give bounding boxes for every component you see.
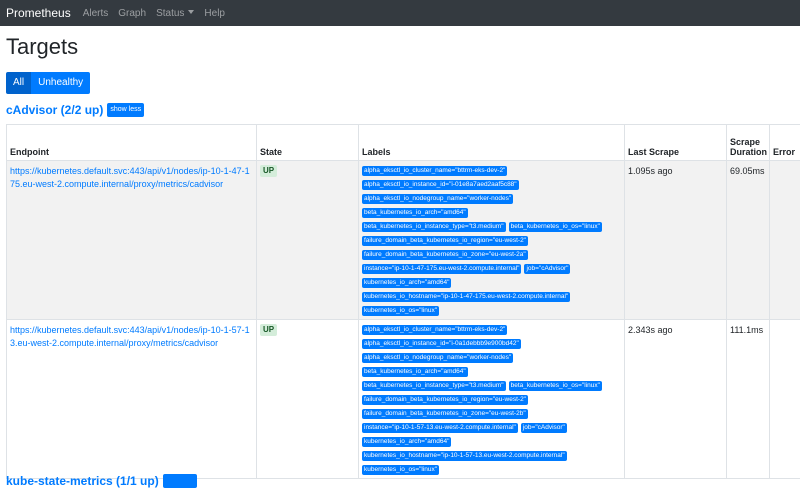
label-badge: beta_kubernetes_io_instance_type="t3.med… [362, 381, 506, 391]
column-header-last-scrape: Last Scrape [625, 125, 727, 161]
label-badge: failure_domain_beta_kubernetes_io_zone="… [362, 250, 528, 260]
chevron-down-icon [188, 10, 194, 14]
filter-unhealthy-button[interactable]: Unhealthy [31, 72, 90, 94]
page-title: Targets [6, 34, 78, 60]
label-badge: beta_kubernetes_io_arch="amd64" [362, 367, 468, 377]
last-scrape-value: 1.095s ago [628, 166, 673, 176]
labels-cell: alpha_eksctl_io_cluster_name="bttrm-eks-… [359, 320, 625, 479]
label-badge: kubernetes_io_os="linux" [362, 465, 439, 475]
label-badge: beta_kubernetes_io_instance_type="t3.med… [362, 222, 506, 232]
filter-all-button[interactable]: All [6, 72, 31, 94]
show-less-button[interactable] [163, 474, 197, 488]
nav-help[interactable]: Help [204, 8, 225, 19]
nav-status-label: Status [156, 8, 184, 19]
nav-alerts[interactable]: Alerts [83, 8, 109, 19]
label-badge: failure_domain_beta_kubernetes_io_zone="… [362, 409, 528, 419]
duration-cell: 111.1ms [727, 320, 770, 479]
label-badge: failure_domain_beta_kubernetes_io_region… [362, 236, 528, 246]
last-scrape-value: 2.343s ago [628, 325, 673, 335]
label-badge: job="cAdvisor" [521, 423, 567, 433]
filter-button-group: All Unhealthy [6, 72, 90, 94]
scrape-duration-value: 69.05ms [730, 166, 765, 176]
label-badge: alpha_eksctl_io_nodegroup_name="worker-n… [362, 194, 513, 204]
duration-cell: 69.05ms [727, 161, 770, 320]
error-cell [770, 161, 800, 320]
label-badge: failure_domain_beta_kubernetes_io_region… [362, 395, 528, 405]
label-badge: kubernetes_io_hostname="ip-10-1-47-175.e… [362, 292, 570, 302]
label-badge: alpha_eksctl_io_nodegroup_name="worker-n… [362, 353, 513, 363]
endpoint-link[interactable]: https://kubernetes.default.svc:443/api/v… [10, 166, 250, 189]
column-header-labels: Labels [359, 125, 625, 161]
column-header-state: State [257, 125, 359, 161]
top-navbar: Prometheus Alerts Graph Status Help [0, 0, 800, 26]
endpoint-link[interactable]: https://kubernetes.default.svc:443/api/v… [10, 325, 250, 348]
error-cell [770, 320, 800, 479]
section-header-cadvisor: cAdvisor (2/2 up) show less [6, 103, 144, 117]
section-header-next: kube-state-metrics (1/1 up) [6, 474, 197, 488]
status-badge: UP [260, 165, 277, 177]
labels-cell: alpha_eksctl_io_cluster_name="bttrm-eks-… [359, 161, 625, 320]
targets-table: Endpoint State Labels Last Scrape Scrape… [6, 124, 800, 479]
column-header-scrape-duration: Scrape Duration [727, 125, 770, 161]
label-badge: alpha_eksctl_io_cluster_name="bttrm-eks-… [362, 325, 507, 335]
column-header-endpoint: Endpoint [7, 125, 257, 161]
state-cell: UP [257, 161, 359, 320]
last-scrape-cell: 1.095s ago [625, 161, 727, 320]
label-badge: beta_kubernetes_io_os="linux" [509, 381, 602, 391]
label-badge: kubernetes_io_hostname="ip-10-1-57-13.eu… [362, 451, 567, 461]
endpoint-cell: https://kubernetes.default.svc:443/api/v… [7, 161, 257, 320]
table-header-row: Endpoint State Labels Last Scrape Scrape… [7, 125, 800, 161]
state-cell: UP [257, 320, 359, 479]
label-badge: kubernetes_io_arch="amd64" [362, 278, 451, 288]
label-badge: kubernetes_io_arch="amd64" [362, 437, 451, 447]
scrape-duration-value: 111.1ms [730, 325, 763, 335]
label-badge: alpha_eksctl_io_instance_id="i-01e8a7aed… [362, 180, 519, 190]
nav-status-dropdown[interactable]: Status [156, 8, 194, 19]
table-row: https://kubernetes.default.svc:443/api/v… [7, 161, 800, 320]
label-badge: beta_kubernetes_io_os="linux" [509, 222, 602, 232]
next-section-title-link[interactable]: kube-state-metrics (1/1 up) [6, 474, 159, 488]
label-badge: alpha_eksctl_io_cluster_name="bttrm-eks-… [362, 166, 507, 176]
label-badge: instance="ip-10-1-47-175.eu-west-2.compu… [362, 264, 521, 274]
nav-graph[interactable]: Graph [118, 8, 146, 19]
label-badge: kubernetes_io_os="linux" [362, 306, 439, 316]
label-badge: alpha_eksctl_io_instance_id="i-0a1debbb9… [362, 339, 521, 349]
endpoint-cell: https://kubernetes.default.svc:443/api/v… [7, 320, 257, 479]
last-scrape-cell: 2.343s ago [625, 320, 727, 479]
table-row: https://kubernetes.default.svc:443/api/v… [7, 320, 800, 479]
column-header-error: Error [770, 125, 800, 161]
section-title-link[interactable]: cAdvisor (2/2 up) [6, 103, 103, 117]
label-badge: beta_kubernetes_io_arch="amd64" [362, 208, 468, 218]
brand-link[interactable]: Prometheus [6, 6, 71, 20]
label-badge: instance="ip-10-1-57-13.eu-west-2.comput… [362, 423, 518, 433]
show-less-button[interactable]: show less [107, 103, 144, 117]
status-badge: UP [260, 324, 277, 336]
label-badge: job="cAdvisor" [524, 264, 570, 274]
